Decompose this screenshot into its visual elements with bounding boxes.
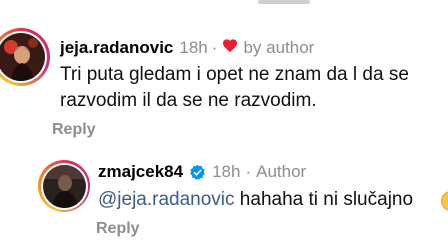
reply-body: hahaha ti ni slučajno [234, 189, 414, 210]
reply-header: zmajcek84 18h · Author [98, 161, 306, 183]
mention-link[interactable]: @jeja.radanovic [98, 189, 235, 210]
comment-text: Tri puta gledam i opet ne znam da l da s… [60, 64, 409, 111]
liked-by-author: by author [243, 38, 315, 57]
meta-separator: · [211, 38, 218, 57]
avatar[interactable] [0, 28, 50, 86]
comment-time: 18h [179, 38, 208, 57]
comment-header: jeja.radanovic 18h · by author [60, 37, 314, 59]
heart-icon [222, 38, 238, 58]
reply-time: 18h [212, 162, 241, 181]
reply-text: @jeja.radanovic hahaha ti ni slučajno [98, 187, 413, 213]
comments-screen: jeja.radanovic 18h · by author Tri puta … [0, 0, 448, 252]
comment-username[interactable]: jeja.radanovic [60, 38, 173, 58]
reply-button[interactable]: Reply [52, 121, 96, 139]
reply-button[interactable]: Reply [96, 220, 140, 238]
sheet-drag-handle[interactable] [258, 0, 310, 4]
verified-badge-icon [189, 164, 206, 181]
reply-username[interactable]: zmajcek84 [98, 162, 183, 182]
avatar-photo [42, 164, 86, 208]
avatar[interactable] [38, 160, 90, 212]
avatar-photo [0, 33, 45, 81]
emoji-icon [441, 191, 448, 211]
meta-separator: · [245, 162, 252, 181]
author-label: Author [256, 162, 307, 181]
